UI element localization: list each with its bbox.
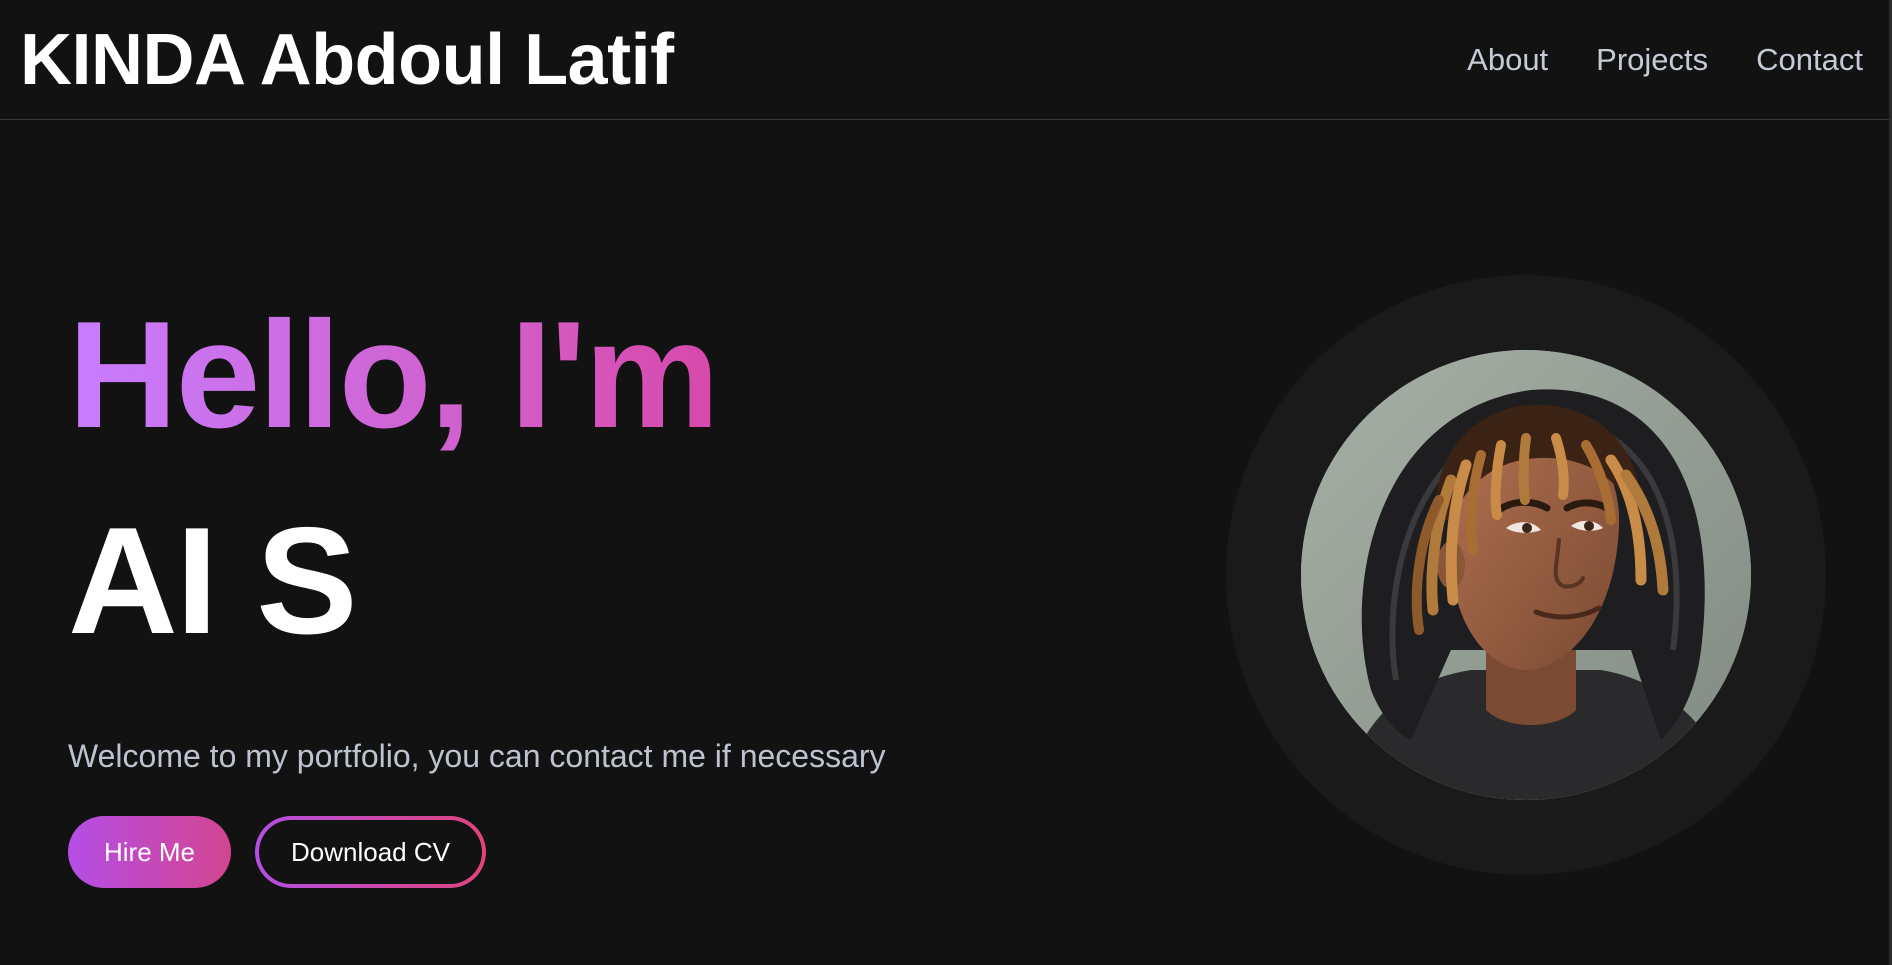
hero-role: AI S [68, 496, 358, 666]
download-cv-button[interactable]: Download CV [259, 820, 482, 884]
hero-actions: Hire Me Download CV [68, 816, 486, 888]
main-nav: About Projects Contact [1467, 38, 1863, 82]
hire-me-button[interactable]: Hire Me [68, 816, 232, 888]
nav-link-projects[interactable]: Projects [1596, 38, 1708, 82]
nav-link-contact[interactable]: Contact [1756, 38, 1863, 82]
brand-name[interactable]: KINDA Abdoul Latif [20, 18, 674, 102]
download-cv-button-border: Download CV [255, 816, 486, 888]
profile-illustration-icon [1301, 350, 1751, 800]
site-header: KINDA Abdoul Latif About Projects Contac… [0, 0, 1889, 120]
nav-link-about[interactable]: About [1467, 38, 1548, 82]
portfolio-page: KINDA Abdoul Latif About Projects Contac… [0, 0, 1892, 965]
profile-avatar [1301, 350, 1751, 800]
hero-greeting: Hello, I'm [68, 290, 1068, 460]
hero-tagline: Welcome to my portfolio, you can contact… [68, 738, 886, 774]
hero-section: Hello, I'm AI S Welcome to my portfolio,… [68, 290, 1068, 778]
